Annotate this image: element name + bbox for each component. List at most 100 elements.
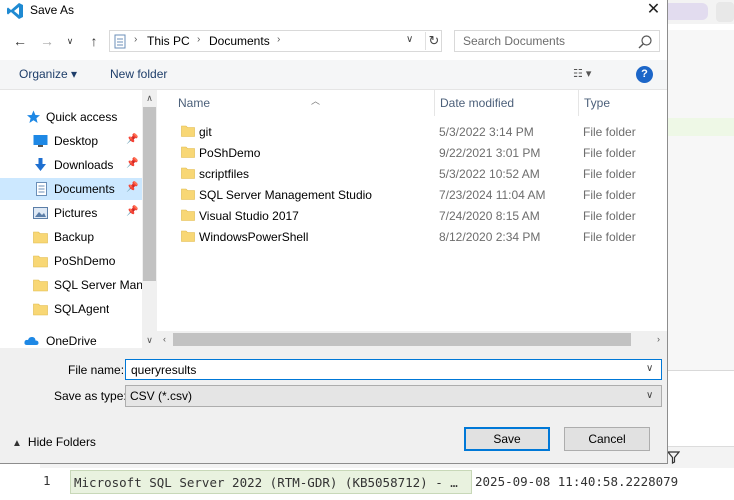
file-date: 7/23/2024 11:04 AM bbox=[439, 188, 546, 202]
copilot-icon[interactable] bbox=[716, 2, 734, 22]
list-item[interactable]: scriptfiles 5/3/2022 10:52 AM File folde… bbox=[157, 163, 651, 184]
pin-icon[interactable]: 📌 bbox=[126, 206, 138, 217]
breadcrumb-separator: › bbox=[197, 34, 201, 45]
title-bar: Save As ✕ bbox=[0, 0, 667, 22]
background-divider bbox=[668, 370, 734, 371]
up-button[interactable]: ↑ bbox=[84, 31, 104, 51]
file-list-scrollbar[interactable]: ‹ › bbox=[157, 331, 667, 348]
background-search-pill bbox=[668, 3, 708, 20]
star-icon bbox=[27, 110, 40, 123]
folder-icon bbox=[181, 230, 195, 242]
chevron-down-icon[interactable]: ∨ bbox=[646, 363, 653, 374]
help-icon[interactable]: ? bbox=[636, 66, 653, 83]
pin-icon[interactable]: 📌 bbox=[126, 134, 138, 145]
download-icon bbox=[35, 158, 46, 171]
chevron-down-icon[interactable]: ∨ bbox=[406, 34, 413, 45]
list-item[interactable]: Visual Studio 2017 7/24/2020 8:15 AM Fil… bbox=[157, 205, 651, 226]
folder-icon bbox=[181, 167, 195, 179]
pin-icon[interactable]: 📌 bbox=[126, 158, 138, 169]
folder-icon bbox=[33, 303, 48, 316]
chevron-down-icon[interactable]: ∨ bbox=[646, 390, 653, 401]
close-button[interactable]: ✕ bbox=[640, 0, 667, 20]
breadcrumb-this-pc[interactable]: This PC bbox=[147, 34, 190, 48]
sidebar-item-label: Pictures bbox=[54, 206, 98, 220]
change-view-button[interactable]: ☷ ▾ bbox=[573, 67, 591, 80]
file-date: 5/3/2022 10:52 AM bbox=[439, 167, 540, 181]
file-name-input[interactable]: queryresults bbox=[131, 363, 196, 377]
cancel-button[interactable]: Cancel bbox=[564, 427, 650, 451]
scroll-down-icon[interactable]: ∨ bbox=[142, 332, 157, 348]
results-grid-row: 1 Microsoft SQL Server 2022 (RTM-GDR) (K… bbox=[40, 468, 734, 494]
vscode-icon bbox=[7, 3, 23, 19]
sidebar-item-documents[interactable]: Documents 📌 bbox=[0, 178, 142, 200]
hide-folders-button[interactable]: ▲ Hide Folders bbox=[12, 435, 96, 449]
search-box[interactable]: Search Documents bbox=[454, 30, 660, 52]
save-type-label: Save as type: bbox=[54, 389, 127, 403]
organize-button[interactable]: Organize ▾ bbox=[19, 67, 77, 81]
refresh-icon[interactable]: ↻ bbox=[425, 32, 442, 50]
breadcrumb-documents[interactable]: Documents bbox=[209, 34, 270, 48]
save-button[interactable]: Save bbox=[464, 427, 550, 451]
list-item[interactable]: WindowsPowerShell 8/12/2020 2:34 PM File… bbox=[157, 226, 651, 247]
sidebar-item-sqlagent[interactable]: SQLAgent bbox=[0, 298, 142, 320]
scroll-left-icon[interactable]: ‹ bbox=[157, 331, 172, 348]
date-cell[interactable]: 2025-09-08 11:40:58.2228079 bbox=[472, 470, 734, 494]
address-bar[interactable]: › This PC › Documents › ∨ ↻ bbox=[109, 30, 442, 52]
folder-icon bbox=[33, 231, 48, 244]
sidebar-item-label: SQL Server Mana bbox=[54, 278, 142, 292]
sidebar-item-label: SQLAgent bbox=[54, 302, 110, 316]
file-type: File folder bbox=[583, 230, 636, 244]
folder-icon bbox=[33, 279, 48, 292]
sidebar-item-label: OneDrive bbox=[46, 334, 97, 348]
sidebar-item-label: Backup bbox=[54, 230, 95, 244]
save-type-select[interactable]: CSV (*.csv) ∨ bbox=[125, 385, 662, 407]
recent-locations-button[interactable]: ∨ bbox=[60, 31, 80, 51]
file-type: File folder bbox=[583, 167, 636, 181]
folder-icon bbox=[181, 209, 195, 221]
sidebar-item-sql-server[interactable]: SQL Server Mana bbox=[0, 274, 142, 296]
chevron-up-icon: ▲ bbox=[12, 438, 22, 449]
sidebar-item-downloads[interactable]: Downloads 📌 bbox=[0, 154, 142, 176]
save-type-value: CSV (*.csv) bbox=[130, 389, 193, 403]
file-type: File folder bbox=[583, 188, 636, 202]
folder-icon bbox=[181, 125, 195, 137]
scroll-up-icon[interactable]: ∧ bbox=[142, 90, 157, 106]
command-bar: Organize ▾ New folder ☷ ▾ ? bbox=[0, 60, 667, 90]
forward-button[interactable]: → bbox=[37, 31, 57, 51]
sidebar-item-desktop[interactable]: Desktop 📌 bbox=[0, 130, 142, 152]
file-name: PoShDemo bbox=[199, 146, 261, 160]
scrollbar-thumb[interactable] bbox=[173, 333, 631, 346]
list-item[interactable]: git 5/3/2022 3:14 PM File folder bbox=[157, 121, 651, 142]
cloud-icon bbox=[24, 336, 39, 345]
column-header-type[interactable]: Type bbox=[579, 90, 667, 116]
column-header-date[interactable]: Date modified bbox=[435, 90, 579, 116]
sidebar-item-pictures[interactable]: Pictures 📌 bbox=[0, 202, 142, 224]
file-name-field[interactable]: queryresults ∨ bbox=[125, 359, 662, 380]
file-list: Name ︿ Date modified Type git 5/3/2022 3… bbox=[157, 90, 667, 348]
pin-icon[interactable]: 📌 bbox=[126, 182, 138, 193]
sidebar-item-onedrive[interactable]: OneDrive bbox=[0, 330, 142, 348]
hide-folders-label: Hide Folders bbox=[27, 435, 96, 449]
save-as-dialog: Save As ✕ ← → ∨ ↑ › This PC › Documents … bbox=[0, 0, 668, 464]
sidebar-item-backup[interactable]: Backup bbox=[0, 226, 142, 248]
column-header-name[interactable]: Name ︿ bbox=[173, 90, 435, 116]
file-name: scriptfiles bbox=[199, 167, 250, 181]
sidebar-item-quick-access[interactable]: Quick access bbox=[0, 106, 142, 128]
back-button[interactable]: ← bbox=[10, 31, 30, 51]
list-item[interactable]: SQL Server Management Studio 7/23/2024 1… bbox=[157, 184, 651, 205]
new-folder-button[interactable]: New folder bbox=[110, 67, 167, 81]
file-type: File folder bbox=[583, 209, 636, 223]
desktop-icon bbox=[33, 135, 48, 147]
scrollbar-thumb[interactable] bbox=[143, 107, 156, 281]
search-input[interactable]: Search Documents bbox=[463, 34, 565, 48]
scroll-right-icon[interactable]: › bbox=[651, 331, 666, 348]
sidebar-scrollbar[interactable]: ∧ ∨ bbox=[142, 90, 157, 348]
file-date: 9/22/2021 3:01 PM bbox=[439, 146, 541, 160]
version-cell[interactable]: Microsoft SQL Server 2022 (RTM-GDR) (KB5… bbox=[70, 470, 472, 494]
file-date: 5/3/2022 3:14 PM bbox=[439, 125, 534, 139]
sidebar-item-poshdemo[interactable]: PoShDemo bbox=[0, 250, 142, 272]
column-header-label: Name bbox=[178, 96, 211, 110]
file-date: 7/24/2020 8:15 AM bbox=[439, 209, 540, 223]
list-item[interactable]: PoShDemo 9/22/2021 3:01 PM File folder bbox=[157, 142, 651, 163]
sort-ascending-icon: ︿ bbox=[311, 96, 321, 106]
